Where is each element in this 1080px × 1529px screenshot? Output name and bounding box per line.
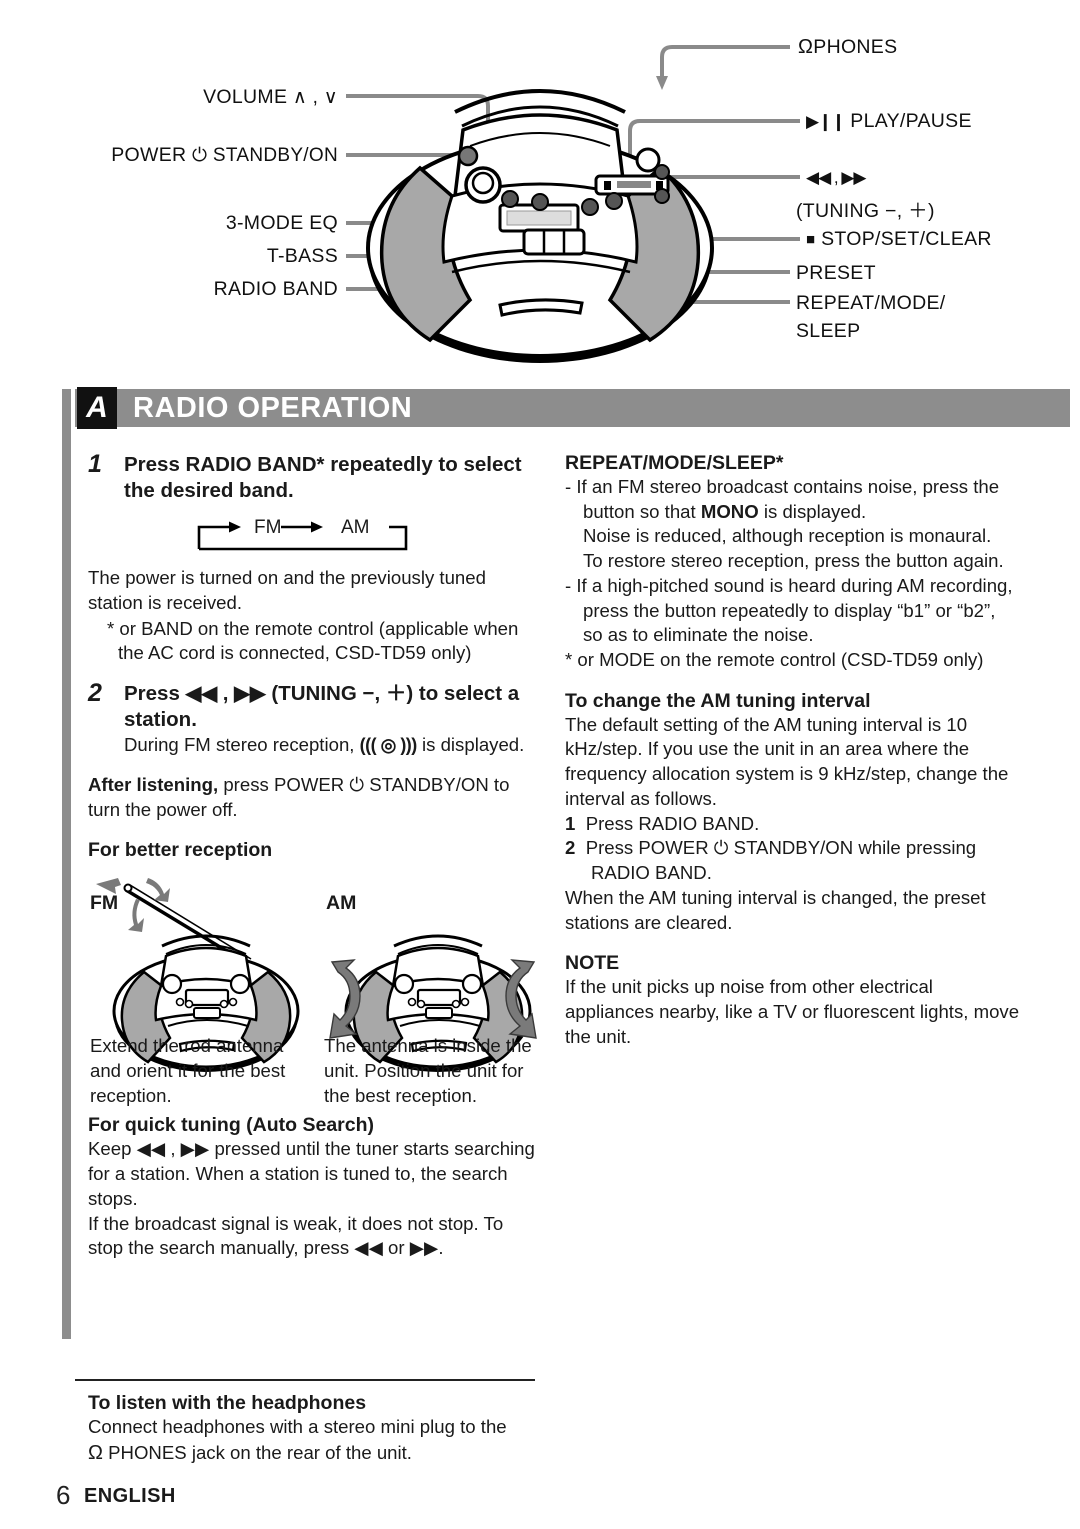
unit-callout-diagram: VOLUME ∧ , ∨ POWER ⏻ STANDBY/ON 3-MODE E… <box>0 0 1080 378</box>
am-interval-intro: The default setting of the AM tuning int… <box>565 713 1009 809</box>
figure-caption-fm: Extend the rod antenna and orient it for… <box>90 1035 286 1106</box>
rms-footnote: * or MODE on the remote control (CSD-TD5… <box>565 649 984 671</box>
cycle-band-fm: FM <box>254 517 282 539</box>
step-2-number: 2 <box>88 678 102 707</box>
cycle-band-am: AM <box>341 517 370 539</box>
after-listening-note: After listening, press POWER ⏻ STANDBY/O… <box>88 773 543 822</box>
section-title: RADIO OPERATION <box>133 392 413 424</box>
callout-label-skip: ◀◀ , ▶▶ <box>806 166 866 189</box>
footer-divider <box>75 1379 535 1381</box>
callout-label-radio-band: RADIO BAND <box>213 278 338 300</box>
callout-text-stop: STOP/SET/CLEAR <box>821 228 992 250</box>
step-1: 1 Press RADIO BAND* repeatedly to select… <box>88 450 543 504</box>
callout-text-play-pause: PLAY/PAUSE <box>850 110 972 132</box>
callout-text-volume: VOLUME <box>203 86 288 108</box>
am-interval-step-2-num: 2 <box>565 837 576 859</box>
callout-label-stop: ■ STOP/SET/CLEAR <box>806 228 992 251</box>
step-2-body-post: is displayed. <box>421 734 525 755</box>
callout-label-tbass: T-BASS <box>266 245 338 267</box>
figure-label-am: AM <box>326 892 357 915</box>
am-interval-heading: To change the AM tuning interval <box>565 689 871 712</box>
headphones-jack-icon: Ω <box>88 1441 103 1464</box>
step-1-number: 1 <box>88 450 102 478</box>
am-interval-step-2: 2 Press POWER ⏻ STANDBY/ON while pressin… <box>565 836 1020 885</box>
mono-indicator-label: MONO <box>700 500 759 522</box>
rms-bullet-1-tail: is displayed. <box>763 500 867 522</box>
callout-label-preset: PRESET <box>796 262 876 284</box>
note-text: If the unit picks up noise from other el… <box>565 976 1020 1047</box>
right-column: REPEAT/MODE/SLEEP* - If an FM stereo bro… <box>565 452 1020 1049</box>
rms-bullet-1-line3: Noise is reduced, although reception is … <box>583 525 992 547</box>
callout-text-phones: PHONES <box>813 36 898 58</box>
headphones-icon: Ω <box>798 36 814 58</box>
callout-label-play-pause: ▶❙❙ PLAY/PAUSE <box>806 110 972 133</box>
step-1-footnote: * or BAND on the remote control (applica… <box>107 617 519 664</box>
boombox-illustration <box>366 89 714 363</box>
step-2-heading: Press ◀◀ , ▶▶ (TUNING −, ＋) to select a … <box>124 681 520 731</box>
after-listening-label: After listening, <box>88 773 219 795</box>
callout-label-eq: 3-MODE EQ <box>225 212 338 234</box>
figure-caption-am: The antenna is inside the unit. Position… <box>324 1035 532 1106</box>
rms-bullet-2-text: If a high-pitched sound is heard during … <box>576 574 1013 646</box>
rewind-forward-icon: ◀◀ , ▶▶ <box>806 168 866 187</box>
step-1-body: The power is turned on and the previousl… <box>88 567 486 613</box>
rms-bullet-1: - If an FM stereo broadcast contains noi… <box>565 475 1020 524</box>
am-interval-step-1-num: 1 <box>565 812 576 834</box>
better-reception-heading: For better reception <box>88 839 273 862</box>
stereo-indicator-icon: ((( ◎ ))) <box>359 735 418 755</box>
footer-block: To listen with the headphones Connect he… <box>88 1392 558 1466</box>
step-2: 2 Press ◀◀ , ▶▶ (TUNING −, ＋) to select … <box>88 678 543 758</box>
callout-label-power: POWER ⏻ STANDBY/ON <box>111 144 338 167</box>
headphones-text-post: PHONES jack on the rear of the unit. <box>108 1441 412 1463</box>
headphones-text: Connect headphones with a stereo mini pl… <box>88 1415 558 1466</box>
step-1-heading: Press RADIO BAND* repeatedly to select t… <box>124 453 522 503</box>
manual-page: VOLUME ∧ , ∨ POWER ⏻ STANDBY/ON 3-MODE E… <box>0 0 1080 1529</box>
section-badge: A <box>77 387 117 429</box>
rms-bullet-2: - If a high-pitched sound is heard durin… <box>565 574 1020 648</box>
callout-label-volume: VOLUME ∧ , ∨ <box>203 86 338 109</box>
rms-bullet-1-line4: To restore stereo reception, press the b… <box>583 550 1004 572</box>
page-sidebar-rule <box>62 389 71 1339</box>
bullet-dash-1: - <box>565 476 577 497</box>
am-interval-step-1-text: Press RADIO BAND. <box>585 812 760 834</box>
volume-updown-icon: ∧ , ∨ <box>287 87 338 108</box>
quick-tuning-line2: If the broadcast signal is weak, it does… <box>88 1212 504 1259</box>
am-interval-step-2-text: Press POWER ⏻ STANDBY/ON while pressing … <box>585 837 977 884</box>
reception-figures: FM AM Extend the rod antenna and orient … <box>88 868 543 1106</box>
am-interval-outro: When the AM tuning interval is changed, … <box>565 886 986 933</box>
page-number: 6 <box>56 1480 71 1510</box>
power-icon: ⏻ STANDBY/ON <box>186 145 338 166</box>
quick-tuning-heading: For quick tuning (Auto Search) <box>88 1114 374 1137</box>
callout-label-phones: ΩPHONES <box>798 36 897 59</box>
callout-text-power: POWER <box>111 144 187 166</box>
step-2-body: During FM stereo reception, ((( ◎ ))) is… <box>124 733 543 758</box>
step-2-body-pre: During FM stereo reception, <box>124 734 355 755</box>
callout-label-tuning: (TUNING −, ＋) <box>796 200 935 222</box>
callout-label-sleep: SLEEP <box>796 320 861 342</box>
callout-label-repeat: REPEAT/MODE/ <box>796 292 946 314</box>
headphones-heading: To listen with the headphones <box>88 1392 367 1414</box>
page-language: ENGLISH <box>84 1485 176 1507</box>
play-pause-icon: ▶❙❙ <box>806 112 846 131</box>
am-interval-step-1: 1 Press RADIO BAND. <box>565 812 1020 837</box>
left-column: 1 Press RADIO BAND* repeatedly to select… <box>88 450 543 1261</box>
note-heading: NOTE <box>565 952 620 975</box>
boombox-diagram-svg <box>346 45 800 363</box>
repeat-mode-sleep-heading: REPEAT/MODE/SLEEP* <box>565 452 784 474</box>
band-cycle-diagram: FM AM <box>193 515 418 557</box>
phones-arrowhead <box>656 76 668 90</box>
figure-label-fm: FM <box>90 892 119 915</box>
stop-icon: ■ <box>806 231 816 248</box>
quick-tuning-line1: Keep ◀◀ , ▶▶ pressed until the tuner sta… <box>88 1138 535 1209</box>
bullet-dash-2: - <box>565 574 577 596</box>
headphones-text-pre: Connect headphones with a stereo mini pl… <box>88 1416 507 1437</box>
